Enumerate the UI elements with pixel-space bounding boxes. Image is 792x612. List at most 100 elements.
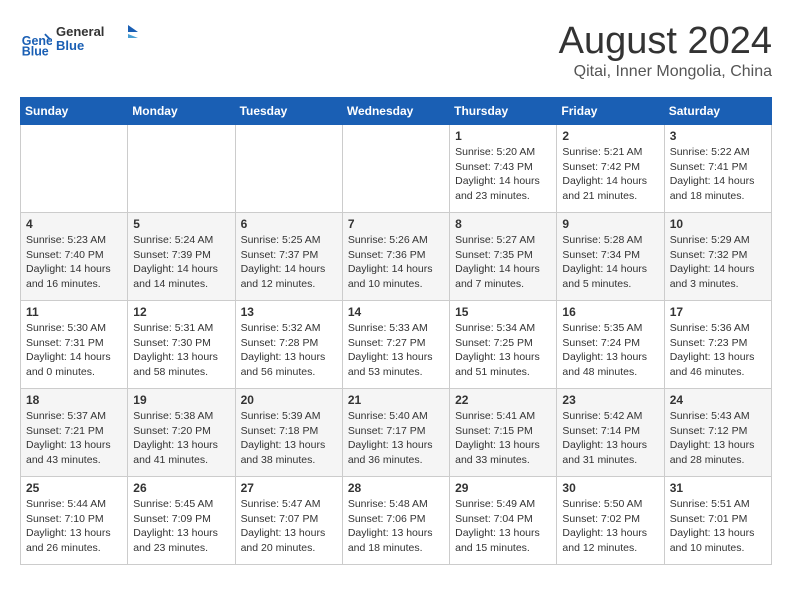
- day-info: Sunrise: 5:45 AM Sunset: 7:09 PM Dayligh…: [133, 497, 229, 556]
- calendar-cell: [235, 125, 342, 213]
- day-header-thursday: Thursday: [450, 98, 557, 125]
- calendar-week-2: 4 Sunrise: 5:23 AM Sunset: 7:40 PM Daylig…: [21, 213, 772, 301]
- day-info: Sunrise: 5:26 AM Sunset: 7:36 PM Dayligh…: [348, 233, 444, 292]
- calendar-cell: 24 Sunrise: 5:43 AM Sunset: 7:12 PM Dayli…: [664, 389, 771, 477]
- day-info: Sunrise: 5:38 AM Sunset: 7:20 PM Dayligh…: [133, 409, 229, 468]
- day-info: Sunrise: 5:51 AM Sunset: 7:01 PM Dayligh…: [670, 497, 766, 556]
- day-info: Sunrise: 5:20 AM Sunset: 7:43 PM Dayligh…: [455, 145, 551, 204]
- calendar-cell: 27 Sunrise: 5:47 AM Sunset: 7:07 PM Dayli…: [235, 477, 342, 565]
- calendar-table: SundayMondayTuesdayWednesdayThursdayFrid…: [20, 97, 772, 565]
- calendar-cell: 28 Sunrise: 5:48 AM Sunset: 7:06 PM Dayli…: [342, 477, 449, 565]
- logo: General Blue General Blue: [20, 20, 146, 65]
- calendar-cell: 18Sunrise: 5:37 AM Sunset: 7:21 PM Dayli…: [21, 389, 128, 477]
- calendar-cell: 6 Sunrise: 5:25 AM Sunset: 7:37 PM Daylig…: [235, 213, 342, 301]
- day-number: 15: [455, 305, 551, 319]
- calendar-cell: 12Sunrise: 5:31 AM Sunset: 7:30 PM Dayli…: [128, 301, 235, 389]
- day-info: Sunrise: 5:37 AM Sunset: 7:21 PM Dayligh…: [26, 409, 122, 468]
- day-number: 13: [241, 305, 337, 319]
- day-info: Sunrise: 5:49 AM Sunset: 7:04 PM Dayligh…: [455, 497, 551, 556]
- day-info: Sunrise: 5:23 AM Sunset: 7:40 PM Dayligh…: [26, 233, 122, 292]
- day-number: 6: [241, 217, 337, 231]
- day-number: 7: [348, 217, 444, 231]
- calendar-cell: 16Sunrise: 5:35 AM Sunset: 7:24 PM Dayli…: [557, 301, 664, 389]
- day-info: Sunrise: 5:31 AM Sunset: 7:30 PM Dayligh…: [133, 321, 229, 380]
- day-info: Sunrise: 5:36 AM Sunset: 7:23 PM Dayligh…: [670, 321, 766, 380]
- day-info: Sunrise: 5:28 AM Sunset: 7:34 PM Dayligh…: [562, 233, 658, 292]
- calendar-title-area: August 2024 Qitai, Inner Mongolia, China: [559, 20, 772, 81]
- day-number: 3: [670, 129, 766, 143]
- calendar-subtitle: Qitai, Inner Mongolia, China: [559, 63, 772, 81]
- day-header-friday: Friday: [557, 98, 664, 125]
- svg-text:General: General: [56, 24, 104, 39]
- day-number: 24: [670, 393, 766, 407]
- calendar-title: August 2024: [559, 20, 772, 63]
- day-number: 30: [562, 481, 658, 495]
- day-header-sunday: Sunday: [21, 98, 128, 125]
- day-number: 5: [133, 217, 229, 231]
- day-number: 29: [455, 481, 551, 495]
- calendar-cell: 2 Sunrise: 5:21 AM Sunset: 7:42 PM Daylig…: [557, 125, 664, 213]
- day-number: 9: [562, 217, 658, 231]
- calendar-cell: 21 Sunrise: 5:40 AM Sunset: 7:17 PM Dayli…: [342, 389, 449, 477]
- day-info: Sunrise: 5:29 AM Sunset: 7:32 PM Dayligh…: [670, 233, 766, 292]
- calendar-cell: [342, 125, 449, 213]
- calendar-cell: 11 Sunrise: 5:30 AM Sunset: 7:31 PM Dayli…: [21, 301, 128, 389]
- day-number: 4: [26, 217, 122, 231]
- calendar-cell: 13 Sunrise: 5:32 AM Sunset: 7:28 PM Dayli…: [235, 301, 342, 389]
- calendar-cell: 29 Sunrise: 5:49 AM Sunset: 7:04 PM Dayli…: [450, 477, 557, 565]
- calendar-cell: 30 Sunrise: 5:50 AM Sunset: 7:02 PM Dayli…: [557, 477, 664, 565]
- day-info: Sunrise: 5:43 AM Sunset: 7:12 PM Dayligh…: [670, 409, 766, 468]
- day-number: 11: [26, 305, 122, 319]
- calendar-cell: 20Sunrise: 5:39 AM Sunset: 7:18 PM Dayli…: [235, 389, 342, 477]
- svg-text:Blue: Blue: [22, 44, 49, 58]
- calendar-cell: 4 Sunrise: 5:23 AM Sunset: 7:40 PM Daylig…: [21, 213, 128, 301]
- day-info: Sunrise: 5:24 AM Sunset: 7:39 PM Dayligh…: [133, 233, 229, 292]
- day-header-tuesday: Tuesday: [235, 98, 342, 125]
- calendar-cell: 10 Sunrise: 5:29 AM Sunset: 7:32 PM Dayli…: [664, 213, 771, 301]
- day-number: 28: [348, 481, 444, 495]
- calendar-cell: 7 Sunrise: 5:26 AM Sunset: 7:36 PM Daylig…: [342, 213, 449, 301]
- calendar-cell: 26Sunrise: 5:45 AM Sunset: 7:09 PM Dayli…: [128, 477, 235, 565]
- day-number: 27: [241, 481, 337, 495]
- day-number: 1: [455, 129, 551, 143]
- day-headers-row: SundayMondayTuesdayWednesdayThursdayFrid…: [21, 98, 772, 125]
- day-info: Sunrise: 5:47 AM Sunset: 7:07 PM Dayligh…: [241, 497, 337, 556]
- day-header-wednesday: Wednesday: [342, 98, 449, 125]
- calendar-week-3: 11 Sunrise: 5:30 AM Sunset: 7:31 PM Dayli…: [21, 301, 772, 389]
- day-number: 21: [348, 393, 444, 407]
- day-info: Sunrise: 5:30 AM Sunset: 7:31 PM Dayligh…: [26, 321, 122, 380]
- day-info: Sunrise: 5:50 AM Sunset: 7:02 PM Dayligh…: [562, 497, 658, 556]
- svg-text:Blue: Blue: [56, 38, 84, 53]
- day-info: Sunrise: 5:32 AM Sunset: 7:28 PM Dayligh…: [241, 321, 337, 380]
- day-info: Sunrise: 5:33 AM Sunset: 7:27 PM Dayligh…: [348, 321, 444, 380]
- calendar-cell: 31 Sunrise: 5:51 AM Sunset: 7:01 PM Dayli…: [664, 477, 771, 565]
- day-number: 25: [26, 481, 122, 495]
- calendar-cell: 19 Sunrise: 5:38 AM Sunset: 7:20 PM Dayli…: [128, 389, 235, 477]
- day-info: Sunrise: 5:25 AM Sunset: 7:37 PM Dayligh…: [241, 233, 337, 292]
- calendar-week-4: 18Sunrise: 5:37 AM Sunset: 7:21 PM Dayli…: [21, 389, 772, 477]
- day-number: 31: [670, 481, 766, 495]
- day-info: Sunrise: 5:44 AM Sunset: 7:10 PM Dayligh…: [26, 497, 122, 556]
- calendar-cell: 1 Sunrise: 5:20 AM Sunset: 7:43 PM Daylig…: [450, 125, 557, 213]
- day-number: 10: [670, 217, 766, 231]
- day-number: 22: [455, 393, 551, 407]
- calendar-cell: 17 Sunrise: 5:36 AM Sunset: 7:23 PM Dayli…: [664, 301, 771, 389]
- day-number: 16: [562, 305, 658, 319]
- calendar-cell: 25 Sunrise: 5:44 AM Sunset: 7:10 PM Dayli…: [21, 477, 128, 565]
- page-header: General Blue General Blue August 2024 Qi…: [20, 20, 772, 81]
- day-header-saturday: Saturday: [664, 98, 771, 125]
- day-number: 17: [670, 305, 766, 319]
- day-info: Sunrise: 5:21 AM Sunset: 7:42 PM Dayligh…: [562, 145, 658, 204]
- day-info: Sunrise: 5:34 AM Sunset: 7:25 PM Dayligh…: [455, 321, 551, 380]
- logo-icon: General Blue: [20, 27, 52, 59]
- calendar-cell: 3Sunrise: 5:22 AM Sunset: 7:41 PM Daylig…: [664, 125, 771, 213]
- day-info: Sunrise: 5:48 AM Sunset: 7:06 PM Dayligh…: [348, 497, 444, 556]
- day-info: Sunrise: 5:40 AM Sunset: 7:17 PM Dayligh…: [348, 409, 444, 468]
- day-number: 19: [133, 393, 229, 407]
- calendar-cell: 15 Sunrise: 5:34 AM Sunset: 7:25 PM Dayli…: [450, 301, 557, 389]
- day-number: 2: [562, 129, 658, 143]
- calendar-cell: 22Sunrise: 5:41 AM Sunset: 7:15 PM Dayli…: [450, 389, 557, 477]
- day-header-monday: Monday: [128, 98, 235, 125]
- day-info: Sunrise: 5:27 AM Sunset: 7:35 PM Dayligh…: [455, 233, 551, 292]
- calendar-cell: [21, 125, 128, 213]
